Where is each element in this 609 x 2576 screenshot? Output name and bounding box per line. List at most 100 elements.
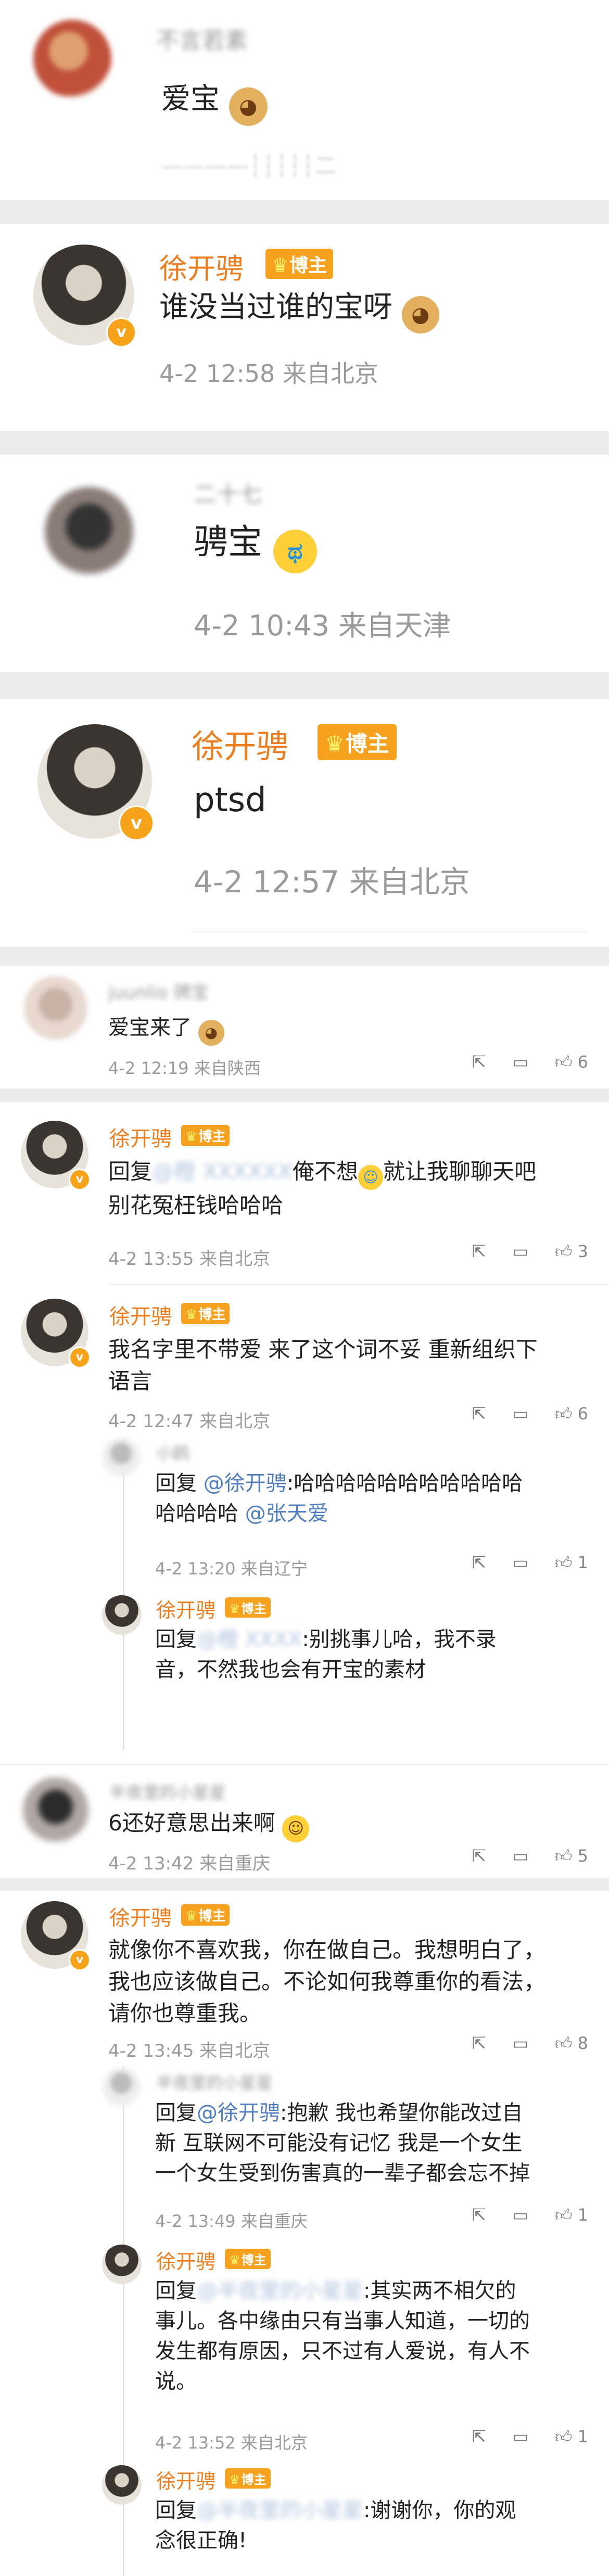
author-name[interactable]: 半夜里的小星星 <box>156 2070 273 2094</box>
author-name[interactable]: 徐开骋 <box>156 2246 215 2274</box>
crown-icon: ♛ <box>229 1601 240 1616</box>
share-button[interactable]: ⇱ <box>472 2427 486 2446</box>
like-button[interactable]: 👍︎ 1 <box>555 1553 588 1573</box>
reply-button[interactable]: ▭ <box>513 1846 528 1866</box>
comment-meta: 4-2 13:55 来自北京 <box>108 1249 271 1270</box>
verified-icon: v <box>69 1949 91 1971</box>
owner-badge: ♛博主 <box>181 1904 230 1926</box>
doge-emoji-icon: ◕ <box>401 296 439 334</box>
author-name[interactable]: 徐开骋 <box>156 2465 215 2494</box>
crown-icon: ♛ <box>185 1129 198 1145</box>
comment-actions: ⇱ ▭ 👍︎ 8 <box>448 2033 588 2054</box>
crown-icon: ♛ <box>185 1307 198 1323</box>
avatar[interactable]: v <box>21 1299 91 1368</box>
author-name[interactable]: 徐开骋 <box>109 1300 172 1330</box>
like-button[interactable]: 👍︎ 1 <box>555 2205 588 2225</box>
owner-badge: ♛博主 <box>181 1303 230 1324</box>
avatar[interactable] <box>102 1595 142 1635</box>
author-name[interactable]: 徐开骋 <box>192 720 288 767</box>
comment: v 徐开骋 ♛博主 我名字里不带爱 来了这个词不妥 重新组织下 语言 4-2 1… <box>0 1287 609 1769</box>
owner-badge: ♛博主 <box>225 2468 271 2489</box>
author-name[interactable]: 小鸥 <box>156 1440 189 1464</box>
thumbs-up-icon: 👍︎ <box>555 1241 573 1261</box>
author-name[interactable]: 徐开骋 <box>156 1594 215 1623</box>
comment-text: 我名字里不带爱 来了这个词不妥 重新组织下 语言 <box>108 1337 538 1394</box>
avatar[interactable] <box>23 1777 88 1843</box>
share-button[interactable]: ⇱ <box>472 2205 486 2225</box>
share-icon: ⇱ <box>472 2205 486 2225</box>
divider <box>192 931 588 932</box>
comment-icon: ▭ <box>512 1553 528 1572</box>
author-name[interactable]: 徐开骋 <box>159 246 244 287</box>
reply-button[interactable]: ▭ <box>513 1553 528 1572</box>
avatar[interactable]: v <box>37 724 154 841</box>
thumbs-up-icon: 👍︎ <box>555 1553 573 1572</box>
share-icon: ⇱ <box>472 1241 486 1261</box>
like-button[interactable]: 👍︎ 3 <box>555 1241 588 1262</box>
separator <box>0 200 609 224</box>
avatar[interactable] <box>102 1438 141 1477</box>
comment-icon: ▭ <box>512 2427 528 2446</box>
avatar[interactable] <box>24 976 87 1040</box>
separator <box>0 431 609 455</box>
author-name[interactable]: 徐开骋 <box>109 1901 172 1931</box>
share-button[interactable]: ⇱ <box>472 1052 486 1072</box>
author-name[interactable]: 不言若素 <box>156 22 248 55</box>
reply-text: 回复@徐开骋:抱歉 我也希望你能改过自 新 互联网不可能没有记忆 我是一个女生 … <box>155 2101 530 2185</box>
avatar[interactable]: v <box>33 245 136 348</box>
share-button[interactable]: ⇱ <box>472 1241 486 1261</box>
like-button[interactable]: 👍︎ 5 <box>555 1846 588 1866</box>
like-button[interactable]: 👍︎ 8 <box>555 2033 588 2054</box>
comment-text: 回复@橙 XXXXXX俺不想 ☺ 就让我聊聊天吧 别花冤枉钱哈哈哈 <box>108 1159 537 1218</box>
reply-button[interactable]: ▭ <box>513 2205 528 2225</box>
share-button[interactable]: ⇱ <box>472 1404 486 1424</box>
avatar[interactable] <box>102 2068 141 2106</box>
avatar[interactable] <box>102 2465 142 2505</box>
share-button[interactable]: ⇱ <box>472 1553 486 1572</box>
comment-icon: ▭ <box>512 1846 528 1866</box>
owner-badge: ♛博主 <box>318 724 397 760</box>
avatar[interactable] <box>45 487 133 575</box>
crown-icon: ♛ <box>325 731 345 757</box>
thumbs-up-icon: 👍︎ <box>555 2427 573 2446</box>
cry-emoji-icon: ಥ <box>273 530 317 574</box>
like-button[interactable]: 👍︎ 6 <box>555 1052 588 1072</box>
author-name[interactable]: juunlio 骋宝 <box>108 978 209 1004</box>
comment-actions: ⇱ ▭ 👍︎ 3 <box>448 1241 588 1262</box>
comment: 半夜里的小星星 6还好意思出来啊 ☺ 4-2 13:42 来自重庆 ⇱ ▭ 👍︎… <box>0 1769 609 1878</box>
comment-text: 就像你不喜欢我，你在做自己。我想明白了， 我也应该做自己。不论如何我尊重你的看法… <box>108 1937 546 2026</box>
crown-icon: ♛ <box>229 2253 240 2267</box>
reply-button[interactable]: ▭ <box>513 2033 528 2053</box>
like-button[interactable]: 👍︎ 6 <box>555 1404 588 1424</box>
owner-badge: ♛博主 <box>265 249 334 279</box>
reply-thread-line <box>123 1438 124 1750</box>
share-icon: ⇱ <box>472 1404 486 1424</box>
comment-actions: ⇱ ▭ 👍︎ 6 <box>448 1052 588 1072</box>
avatar[interactable] <box>102 2245 142 2284</box>
avatar[interactable] <box>33 20 111 98</box>
author-name[interactable]: 二十七 <box>194 476 262 509</box>
reply-button[interactable]: ▭ <box>513 2427 528 2446</box>
verified-icon: v <box>69 1347 91 1368</box>
post-card: 不言若素 爱宝 ◕ ————┆┆┆┆┆二 <box>0 0 609 200</box>
reply-text: 回复@半夜里的小星星:谢谢你，你的观 念很正确! <box>155 2498 516 2553</box>
author-name[interactable]: 半夜里的小星星 <box>109 1779 226 1803</box>
reply-button[interactable]: ▭ <box>513 1052 528 1072</box>
post-text: 骋宝 ಥ <box>194 517 317 574</box>
reply-button[interactable]: ▭ <box>513 1404 528 1424</box>
avatar[interactable]: v <box>21 1121 91 1190</box>
verified-icon: v <box>106 317 136 348</box>
share-icon: ⇱ <box>472 1553 486 1572</box>
avatar[interactable]: v <box>21 1901 91 1971</box>
comment: v 徐开骋 ♛博主 就像你不喜欢我，你在做自己。我想明白了， 我也应该做自己。不… <box>0 1891 609 2576</box>
like-button[interactable]: 👍︎ 1 <box>555 2427 588 2447</box>
crown-icon: ♛ <box>185 1908 198 1924</box>
reply-meta: 4-2 13:52 来自北京 <box>155 2433 308 2453</box>
comment-text: 爱宝来了 ◕ <box>108 1013 224 1046</box>
owner-badge: ♛博主 <box>225 1597 271 1618</box>
author-name[interactable]: 徐开骋 <box>109 1122 172 1152</box>
reply-button[interactable]: ▭ <box>513 1241 528 1261</box>
share-button[interactable]: ⇱ <box>472 1846 486 1866</box>
reply-text: 回复 @徐开骋:哈哈哈哈哈哈哈哈哈哈哈 哈哈哈哈 @张天爱 <box>155 1471 523 1526</box>
share-button[interactable]: ⇱ <box>472 2033 486 2053</box>
